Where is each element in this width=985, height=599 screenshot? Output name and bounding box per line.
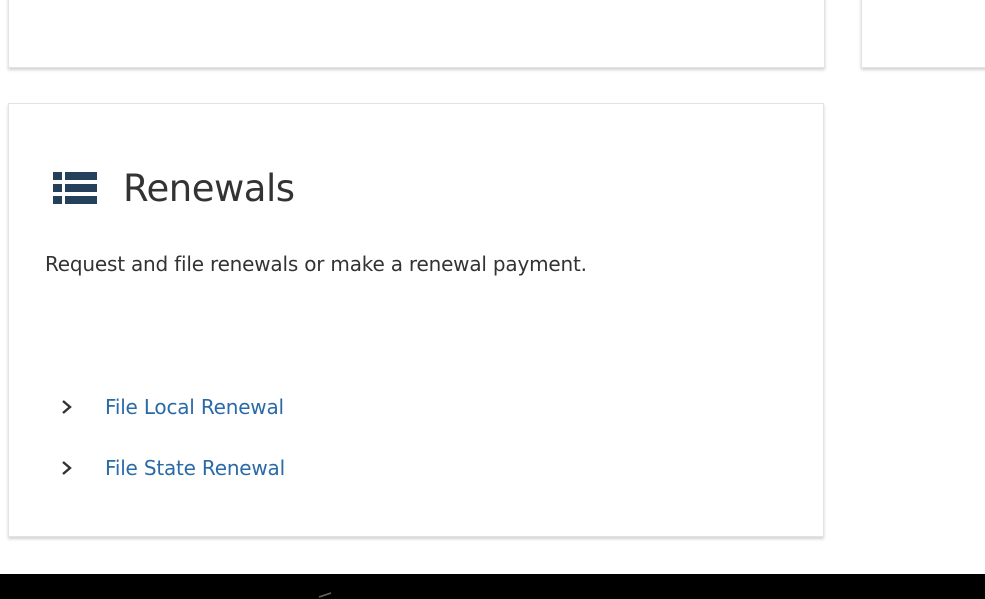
file-local-renewal-link[interactable]: File Local Renewal	[105, 395, 284, 419]
card-above-right	[861, 0, 985, 68]
card-description: Request and file renewals or make a rene…	[45, 252, 587, 276]
card-title: Renewals	[123, 166, 295, 210]
list-item-file-state-renewal: File State Renewal	[59, 453, 285, 483]
card-above-left	[8, 0, 825, 68]
page: Renewals Request and file renewals or ma…	[0, 0, 985, 599]
chevron-right-icon	[59, 458, 75, 478]
card-header: Renewals	[53, 164, 295, 212]
renewals-card: Renewals Request and file renewals or ma…	[8, 103, 824, 537]
list-icon	[53, 170, 97, 206]
footer-bar	[0, 574, 985, 599]
file-state-renewal-link[interactable]: File State Renewal	[105, 456, 285, 480]
footer-decoration	[318, 592, 332, 598]
list-item-file-local-renewal: File Local Renewal	[59, 392, 285, 422]
chevron-right-icon	[59, 397, 75, 417]
renewal-links-list: File Local Renewal File State Renewal	[59, 392, 285, 514]
